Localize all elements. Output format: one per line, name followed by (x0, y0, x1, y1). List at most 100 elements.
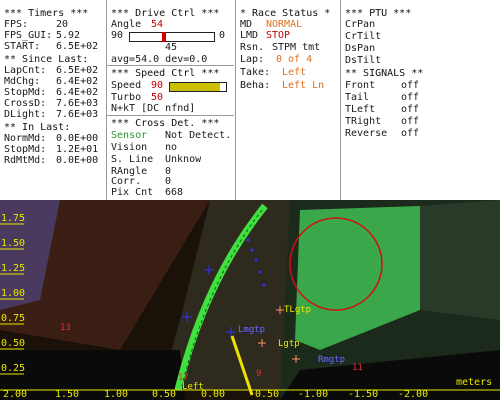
in-row: StopMd: (4, 144, 47, 155)
speed-bar-fill (170, 83, 221, 91)
marker-label: Lgtp (278, 339, 300, 349)
since-value: 6.4E+02 (56, 76, 99, 87)
angle-slider-knob[interactable] (162, 32, 166, 42)
marker-label: TLgtp (284, 305, 312, 315)
timer-row: START: (4, 41, 41, 52)
x-tick-label: 1.00 (104, 389, 129, 400)
ptu-header: *** PTU *** (345, 8, 412, 19)
marker-label: 9 (256, 369, 262, 379)
x-tick-label: 0.00 (201, 389, 226, 400)
ptu-item: CrPan (345, 19, 376, 30)
cross-row-label: Sensor (111, 130, 148, 141)
x-tick-label: -0.50 (249, 389, 280, 400)
angle-range-left: 90 (111, 30, 124, 41)
in-value: 0.0E+00 (56, 133, 99, 144)
status-panel: *** Timers *** FPS: 20 FPS_GUI: 5.92 STA… (0, 0, 500, 200)
beha-label: Beha: (240, 80, 271, 91)
angle-average: avg=54.0 dev=0.0 (111, 54, 208, 65)
rsn-label: Rsn. (240, 42, 265, 53)
cross-row-label: S. Line (111, 154, 154, 165)
since-last-header: ** Since Last: (4, 54, 89, 65)
x-tick-label: -1.50 (348, 389, 379, 400)
lmd-value: STOP (266, 30, 291, 41)
divider (107, 65, 234, 66)
md-label: MD (240, 19, 253, 30)
signal-label: Tail (345, 92, 370, 103)
signal-label: TRight (345, 116, 382, 127)
drive-ctrl-column: *** Drive Ctrl *** Angle 54 90 0 45 avg=… (107, 0, 235, 200)
since-value: 7.6E+03 (56, 98, 99, 109)
timer-value: 6.5E+02 (56, 41, 99, 52)
signal-label: Front (345, 80, 376, 91)
signal-value: off (401, 128, 420, 139)
marker-label: 13 (60, 323, 71, 333)
angle-slider[interactable] (129, 32, 215, 42)
ptu-item: CrTilt (345, 31, 382, 42)
since-row: DLight: (4, 109, 47, 120)
take-label: Take: (240, 67, 271, 78)
signal-value: off (401, 92, 420, 103)
since-row: CrossD: (4, 98, 47, 109)
since-value: 6.4E+02 (56, 87, 99, 98)
y-tick-label: 0.50 (1, 338, 26, 349)
x-tick-label: 2.00 (3, 389, 28, 400)
marker-label: Lmgtp (238, 325, 266, 335)
angle-range-mid: 45 (165, 42, 178, 53)
marker-label: Left (182, 382, 204, 392)
lmd-label: LMD (240, 30, 259, 41)
marker-label: Rmgtp (318, 355, 346, 365)
speed-bar (169, 82, 227, 92)
beha-value: Left Ln (282, 80, 325, 91)
marker-label: 11 (352, 363, 363, 373)
drive-ctrl-header: *** Drive Ctrl *** (111, 8, 220, 19)
camera-overlay (0, 200, 500, 400)
race-status-column: * Race Status * MD NORMAL LMD STOP Rsn. … (236, 0, 340, 200)
angle-range-right: 0 (219, 30, 226, 41)
y-tick-label: 1.00 (1, 288, 26, 299)
cross-row-value: 0 (165, 176, 172, 187)
x-tick-label: 1.50 (55, 389, 80, 400)
angle-value: 54 (151, 19, 164, 30)
signal-label: Reverse (345, 128, 388, 139)
timer-value: 5.92 (56, 30, 81, 41)
timers-column: *** Timers *** FPS: 20 FPS_GUI: 5.92 STA… (0, 0, 106, 200)
divider (107, 115, 234, 116)
in-row: NormMd: (4, 133, 47, 144)
camera-view[interactable]: 1.75 1.50 1.25 1.00 0.75 0.50 0.25 2.00 … (0, 200, 500, 400)
cross-row-label: Pix Cnt (111, 187, 154, 198)
x-tick-label: 0.50 (152, 389, 177, 400)
x-axis-unit: meters (456, 377, 493, 388)
cross-det-header: *** Cross Det. *** (111, 118, 220, 129)
y-tick-label: 0.25 (1, 363, 26, 374)
since-value: 7.6E+03 (56, 109, 99, 120)
ptu-item: DsTilt (345, 55, 382, 66)
md-value: NORMAL (266, 19, 303, 30)
take-value: Left (282, 67, 307, 78)
timer-row: FPS: (4, 19, 29, 30)
race-status-header: * Race Status * (240, 8, 331, 19)
detection-point (258, 270, 262, 274)
in-value: 1.2E+01 (56, 144, 99, 155)
in-last-header: ** In Last: (4, 122, 71, 133)
signal-value: off (401, 104, 420, 115)
cross-row-value: 668 (165, 187, 184, 198)
signal-value: off (401, 116, 420, 127)
cross-row-label: Corr. (111, 176, 142, 187)
x-tick-label: -1.00 (298, 389, 329, 400)
ptu-item: DsPan (345, 43, 376, 54)
detection-point (254, 258, 258, 262)
since-row: LapCnt: (4, 65, 47, 76)
ptu-column: *** PTU *** CrPan CrTilt DsPan DsTilt **… (341, 0, 500, 200)
detection-point (262, 283, 266, 287)
cross-row-label: Vision (111, 142, 148, 153)
turbo-label: Turbo (111, 92, 142, 103)
since-row: MdChg: (4, 76, 41, 87)
x-tick-label: -2.00 (398, 389, 429, 400)
speed-value: 90 (151, 80, 164, 91)
since-row: StopMd: (4, 87, 47, 98)
angle-label: Angle (111, 19, 142, 30)
cross-row-value: Not Detect. (165, 130, 232, 141)
y-tick-label: 0.75 (1, 313, 26, 324)
signals-header: ** SIGNALS ** (345, 68, 424, 79)
timer-value: 20 (56, 19, 69, 30)
